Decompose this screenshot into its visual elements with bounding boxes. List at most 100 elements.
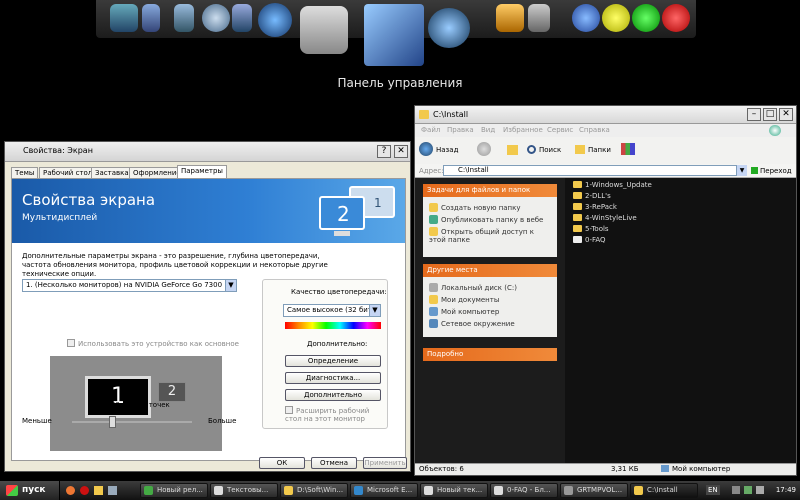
taskbar-item[interactable]: Новый тек... (420, 483, 488, 498)
disc-icon[interactable] (202, 4, 230, 32)
media-icon[interactable] (110, 4, 138, 32)
tasks-header[interactable]: Задачи для файлов и папок (423, 184, 557, 197)
taskbar-item-label: C:\Install (647, 486, 678, 494)
help-button[interactable]: ? (377, 145, 391, 158)
close-button[interactable]: ✕ (779, 108, 793, 121)
taskbar-item[interactable]: Текстовы... (210, 483, 278, 498)
taskbar-item[interactable]: D:\Soft\Win... (280, 483, 348, 498)
list-item[interactable]: 1-Windows_Update (573, 181, 652, 189)
calculator-icon[interactable] (300, 6, 348, 54)
title-bar[interactable]: C:\Install – □ ✕ (415, 106, 796, 124)
tab-settings[interactable]: Параметры (177, 165, 227, 179)
taskbar-item[interactable]: Новый рел... (140, 483, 208, 498)
chevron-down-icon[interactable]: ▼ (369, 305, 380, 316)
chevron-down-icon[interactable]: ▼ (737, 165, 747, 176)
power-icon[interactable] (602, 4, 630, 32)
resolution-slider-track[interactable] (72, 416, 192, 428)
ok-button[interactable]: ОК (259, 457, 305, 469)
views-icon[interactable] (621, 143, 635, 155)
menu-file[interactable]: Файл (421, 126, 440, 134)
color-quality-select[interactable]: Самое высокое (32 бита) ▼ (283, 304, 381, 317)
monitor-2[interactable]: 2 (158, 382, 186, 402)
resolution-slider-thumb[interactable] (108, 416, 116, 428)
recycle-bin-icon[interactable] (528, 4, 550, 32)
taskbar-item-label: Новый тек... (437, 486, 483, 494)
notebook-icon[interactable] (174, 4, 194, 32)
drive-icon[interactable] (232, 4, 252, 32)
checkbox-box[interactable] (67, 339, 75, 347)
maximize-button[interactable]: □ (763, 108, 777, 121)
network-icon[interactable] (428, 8, 470, 48)
task-publish-web[interactable]: Опубликовать папку в вебе (429, 215, 543, 224)
taskbar-item[interactable]: C:\Install (630, 483, 698, 498)
list-item[interactable]: 4-WinStyleLive (573, 214, 637, 222)
place-my-computer[interactable]: Мой компьютер (429, 307, 499, 316)
details-header[interactable]: Подробно (423, 348, 557, 361)
back-arrow-icon (419, 142, 433, 156)
tray-icon[interactable] (744, 486, 752, 494)
up-folder-icon[interactable] (507, 145, 518, 155)
go-button[interactable]: Переход (751, 167, 792, 175)
minimize-button[interactable]: – (747, 108, 761, 121)
menu-edit[interactable]: Правка (447, 126, 474, 134)
task-new-folder[interactable]: Создать новую папку (429, 203, 521, 212)
monitor-1[interactable]: 1 (85, 376, 151, 418)
folders-button[interactable]: Папки (575, 142, 611, 158)
taskbar-item[interactable]: Microsoft E... (350, 483, 418, 498)
language-indicator[interactable]: EN (706, 485, 720, 495)
list-item[interactable]: 3-RePack (573, 203, 617, 211)
extend-desktop-checkbox[interactable]: Расширить рабочий стол на этот монитор (285, 406, 385, 423)
checkbox-box[interactable] (285, 406, 293, 414)
close-button[interactable]: ✕ (394, 145, 408, 158)
tray-icon[interactable] (732, 486, 740, 494)
menu-view[interactable]: Вид (481, 126, 495, 134)
list-item[interactable]: 5-Tools (573, 225, 609, 233)
title-bar[interactable]: Свойства: Экран ? ✕ (5, 142, 410, 162)
explorer-icon[interactable] (94, 486, 103, 495)
list-item[interactable]: 2-DLL's (573, 192, 611, 200)
task-label: Опубликовать папку в вебе (441, 216, 544, 224)
apply-button[interactable]: Применить (363, 457, 407, 469)
menu-favorites[interactable]: Избранное (503, 126, 543, 134)
menu-tools[interactable]: Сервис (547, 126, 573, 134)
media-icon[interactable] (108, 486, 117, 495)
chevron-down-icon[interactable]: ▼ (225, 280, 236, 291)
search-button[interactable]: Поиск (527, 142, 561, 158)
diagnostics-button[interactable]: Диагностика... (285, 372, 381, 384)
place-local-disk[interactable]: Локальный диск (C:) (429, 283, 517, 292)
explorer-window: C:\Install – □ ✕ Файл Правка Вид Избранн… (414, 105, 797, 476)
status-objects: Объектов: 6 (419, 465, 464, 473)
multi-monitor-icon: 2 1 (319, 186, 395, 236)
forward-button[interactable] (477, 142, 491, 156)
monitor-select[interactable]: 1. (Несколько мониторов) на NVIDIA GeFor… (22, 279, 237, 292)
primary-device-checkbox[interactable]: Использовать это устройство как основное (67, 339, 239, 348)
places-header[interactable]: Другие места (423, 264, 557, 277)
list-item[interactable]: 0-FAQ (573, 236, 606, 244)
menu-help[interactable]: Справка (579, 126, 610, 134)
taskbar-item[interactable]: GRTMPVOL... (560, 483, 628, 498)
taskbar-item-label: Новый рел... (157, 486, 203, 494)
book-icon[interactable] (142, 4, 160, 32)
shutdown-icon[interactable] (662, 4, 690, 32)
firefox-icon[interactable] (66, 486, 75, 495)
restart-icon[interactable] (632, 4, 660, 32)
address-input[interactable]: C:\Install (443, 165, 737, 176)
file-name: 3-RePack (585, 203, 617, 211)
play-icon[interactable] (258, 3, 292, 37)
opera-icon[interactable] (80, 486, 89, 495)
advanced-button[interactable]: Дополнительно (285, 389, 381, 401)
start-button[interactable]: пуск (0, 481, 60, 500)
task-share-folder[interactable]: Открыть общий доступ к этой папке (429, 227, 549, 244)
cancel-button[interactable]: Отмена (311, 457, 357, 469)
search-icon[interactable] (572, 4, 600, 32)
place-network[interactable]: Сетевое окружение (429, 319, 515, 328)
go-label: Переход (760, 167, 792, 175)
display-icon[interactable] (364, 4, 424, 66)
tools-icon[interactable] (496, 4, 524, 32)
place-my-documents[interactable]: Мои документы (429, 295, 499, 304)
volume-icon[interactable] (756, 486, 764, 494)
back-button[interactable]: Назад (419, 142, 471, 158)
taskbar-item-label: GRTMPVOL... (577, 486, 623, 494)
taskbar-item[interactable]: 0-FAQ - Бл... (490, 483, 558, 498)
identify-button[interactable]: Определение (285, 355, 381, 367)
